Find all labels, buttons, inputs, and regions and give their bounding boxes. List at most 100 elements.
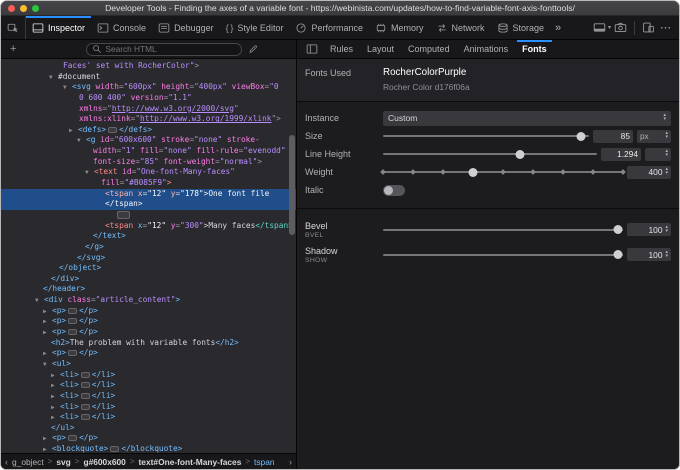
tab-performance[interactable]: Performance xyxy=(289,16,369,39)
markup-line[interactable]: xmlns:xlink="http://www.w3.org/1999/xlin… xyxy=(1,114,296,125)
tab-inspector[interactable]: Inspector xyxy=(26,16,91,39)
search-box[interactable] xyxy=(86,43,242,56)
element-picker-button[interactable] xyxy=(1,16,26,39)
markup-line[interactable]: ▶<li></li> xyxy=(1,402,296,413)
sidebar-tab-layout[interactable]: Layout xyxy=(360,40,401,58)
collapsed-content-pill[interactable] xyxy=(81,382,90,388)
zoom-window-button[interactable] xyxy=(32,5,39,12)
collapsed-content-pill[interactable] xyxy=(108,127,117,133)
shadow-value-input[interactable]: 100▴▾ xyxy=(627,248,671,261)
markup-line[interactable]: ▶<p></p> xyxy=(1,348,296,359)
slider-track[interactable] xyxy=(383,135,589,137)
markup-line[interactable]: Faces' set with RocherColor"> xyxy=(1,61,296,72)
stepper-icon[interactable]: ▴▾ xyxy=(663,114,666,121)
breadcrumb-scroll-right-icon[interactable]: › xyxy=(289,457,292,467)
collapsed-content-pill[interactable] xyxy=(68,329,77,335)
collapsed-content-pill[interactable] xyxy=(81,372,90,378)
markup-line[interactable]: ▶<defs></defs> xyxy=(1,125,296,136)
markup-line[interactable]: </svg> xyxy=(1,253,296,264)
markup-line[interactable]: ▶<p></p> xyxy=(1,433,296,444)
search-input[interactable] xyxy=(105,44,236,54)
tab-console[interactable]: Console xyxy=(91,16,152,39)
markup-line[interactable]: ▼<svg width="600px" height="400px" viewB… xyxy=(1,82,296,93)
meatballs-menu-icon[interactable]: ⋯ xyxy=(658,21,674,34)
sidebar-tab-rules[interactable]: Rules xyxy=(323,40,360,58)
stepper-icon[interactable]: ▴▾ xyxy=(665,226,668,233)
weight-value-input[interactable]: 400▴▾ xyxy=(627,166,671,179)
stepper-icon[interactable]: ▴▾ xyxy=(665,168,668,175)
camera-icon[interactable] xyxy=(614,21,627,34)
instance-select[interactable]: Custom▴▾ xyxy=(383,111,671,126)
markup-line[interactable]: ▼#document xyxy=(1,72,296,83)
size-unit-select[interactable]: px▴▾ xyxy=(637,130,671,143)
markup-line[interactable]: ▶<p></p> xyxy=(1,316,296,327)
breadcrumb-item-tspan[interactable]: tspan xyxy=(254,457,275,467)
eyedropper-pen-icon[interactable] xyxy=(248,44,258,54)
markup-line[interactable]: </object> xyxy=(1,263,296,274)
markup-line[interactable]: width="1" fill="none" fill-rule="evenodd… xyxy=(1,146,296,157)
collapsed-content-pill[interactable] xyxy=(81,393,90,399)
sidebar-tab-fonts[interactable]: Fonts xyxy=(515,40,554,58)
markup-line[interactable]: <tspan x="12" y="178">One font file xyxy=(1,189,296,200)
markup-line[interactable]: </ul> xyxy=(1,423,296,434)
markup-line[interactable]: font-size="85" font-weight="normal"> xyxy=(1,157,296,168)
markup-line[interactable]: ▼<g id="600x600" stroke="none" stroke- xyxy=(1,135,296,146)
markup-line[interactable]: fill="#B085F9"> xyxy=(1,178,296,189)
tab-style-editor[interactable]: { }Style Editor xyxy=(220,16,290,39)
size-value-input[interactable]: 85 xyxy=(593,130,633,143)
markup-line[interactable] xyxy=(1,210,296,221)
markup-line[interactable]: ▶<blockquote></blockquote> xyxy=(1,444,296,453)
minimize-window-button[interactable] xyxy=(20,5,27,12)
slider-thumb[interactable] xyxy=(469,168,478,177)
markup-line[interactable]: ▶<li></li> xyxy=(1,391,296,402)
markup-line[interactable]: </g> xyxy=(1,242,296,253)
collapsed-content-pill[interactable] xyxy=(68,318,77,324)
markup-line[interactable]: ▶<li></li> xyxy=(1,412,296,423)
markup-line[interactable]: </tspan> xyxy=(1,199,296,210)
collapsed-content-pill[interactable] xyxy=(110,446,119,452)
dock-bottom-icon[interactable] xyxy=(593,21,606,34)
breadcrumb-item-g-600x600[interactable]: g#600x600 xyxy=(83,457,125,467)
bevel-value-input[interactable]: 100▴▾ xyxy=(627,223,671,236)
tab-memory[interactable]: Memory xyxy=(369,16,430,39)
close-window-button[interactable] xyxy=(8,5,15,12)
line-height-unit-select[interactable]: ▴▾ xyxy=(645,148,671,161)
dock-caret-icon[interactable]: ▾ xyxy=(608,24,611,31)
tab-storage[interactable]: Storage xyxy=(491,16,551,39)
markup-line[interactable]: 0 600 400" version="1.1" xyxy=(1,93,296,104)
tab-debugger[interactable]: Debugger xyxy=(152,16,220,39)
markup-line[interactable]: ▼<ul> xyxy=(1,359,296,370)
breadcrumb-item-g-object[interactable]: g_object xyxy=(12,457,44,467)
sidebar-toggle-icon[interactable] xyxy=(302,40,322,58)
breadcrumb-item-svg[interactable]: svg xyxy=(56,457,70,467)
stepper-icon[interactable]: ▴▾ xyxy=(665,251,668,258)
markup-line[interactable]: ▼<div class="article_content"> xyxy=(1,295,296,306)
sidebar-tab-animations[interactable]: Animations xyxy=(457,40,516,58)
add-node-button[interactable]: + xyxy=(1,43,20,55)
slider-thumb[interactable] xyxy=(576,132,585,141)
markup-line[interactable]: <tspan x="12" y="300">Many faces</tspan> xyxy=(1,221,296,232)
breadcrumb-item-text-one-font-many-faces[interactable]: text#One-font-Many-faces xyxy=(139,457,242,467)
markup-line[interactable]: </div> xyxy=(1,274,296,285)
markup-line[interactable]: ▼<text id="One-font-Many-faces" xyxy=(1,167,296,178)
markup-line[interactable]: xmlns="http://www.w3.org/2000/svg" xyxy=(1,104,296,115)
markup-line[interactable]: ▶<li></li> xyxy=(1,370,296,381)
sidebar-tab-computed[interactable]: Computed xyxy=(401,40,457,58)
slider-track[interactable] xyxy=(383,254,623,256)
collapsed-content-pill[interactable] xyxy=(68,435,77,441)
slider-thumb[interactable] xyxy=(515,150,524,159)
markup-line[interactable]: ▶<li></li> xyxy=(1,380,296,391)
stepper-icon[interactable]: ▴▾ xyxy=(665,132,668,139)
scrollbar-thumb[interactable] xyxy=(289,135,295,235)
markup-line[interactable]: ▶<p></p> xyxy=(1,306,296,317)
stepper-icon[interactable]: ▴▾ xyxy=(665,150,668,157)
markup-line[interactable]: <h2>The problem with variable fonts</h2> xyxy=(1,338,296,349)
tab-overflow-button[interactable]: » xyxy=(550,16,566,39)
collapsed-content-pill[interactable] xyxy=(81,414,90,420)
markup-line[interactable]: </text> xyxy=(1,231,296,242)
slider-track[interactable] xyxy=(383,229,623,231)
collapsed-content-pill[interactable] xyxy=(68,350,77,356)
italic-toggle[interactable] xyxy=(383,185,405,196)
collapsed-content-pill[interactable] xyxy=(81,404,90,410)
line-height-value-input[interactable]: 1.294 xyxy=(601,148,641,161)
